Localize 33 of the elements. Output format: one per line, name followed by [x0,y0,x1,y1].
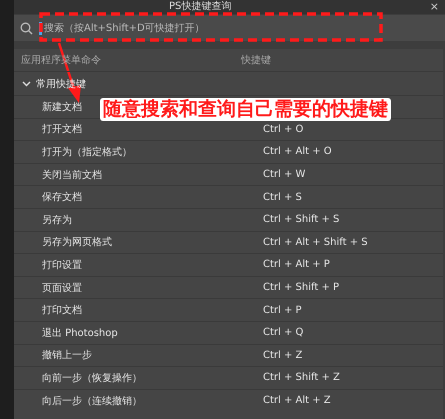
shortcut-cell: Ctrl + Alt + O [263,146,332,158]
command-cell-text: 保存文档 [41,190,82,204]
command-cell-text: 向后一步（连续撤销） [41,394,142,408]
shortcut-cell: Ctrl + S [263,192,302,203]
shortcut-cell: Ctrl + Shift + P [263,282,340,294]
shortcut-cell: Ctrl + Alt + Z [263,395,331,406]
command-cell-text: 向前一步（恢复操作） [41,372,142,385]
command-cell-text: 打印设置 [41,258,82,272]
command-cell-text: 撤销上一步 [41,348,92,362]
command-cell-text: 打开为（指定格式） [41,146,132,159]
shortcut-cell: Ctrl + O [263,124,304,135]
command-cell-text: 另存为 [41,214,72,227]
command-cell-text: 关闭当前文档 [41,168,102,182]
shortcut-cell: Ctrl + Q [263,327,304,338]
annotation-caption: 随意搜索和查询自己需要的快捷键 [100,98,391,121]
search-icon [20,22,33,34]
shortcut-cell: Ctrl + Alt + P [263,259,330,270]
command-cell-text: 另存为网页格式 [41,236,112,250]
search-input[interactable]: 搜索（按Alt+Shift+D可快捷打开） [42,22,445,34]
shortcut-cell: Ctrl + P [263,304,302,316]
window-title: PS快捷键查询 [169,1,232,13]
close-button[interactable]: × [430,0,439,13]
command-cell-text: 打开文档 [41,122,82,136]
shortcut-cell: Ctrl + W [263,169,306,180]
shortcut-cell: Ctrl + Shift + S [263,214,340,226]
command-cell-text: 新建文档 [41,100,82,114]
shortcut-cell: Ctrl + Z [263,350,302,361]
shortcut-cell: Ctrl + Shift + Z [263,372,340,384]
shortcut-cell: Ctrl + Alt + Shift + S [263,236,368,248]
command-cell-text: 打印文档 [41,304,82,318]
command-cell-text: 页面设置 [41,282,82,295]
command-cell-text: 退出 Photoshop [41,326,118,340]
column-header: 快捷键 [241,54,271,67]
